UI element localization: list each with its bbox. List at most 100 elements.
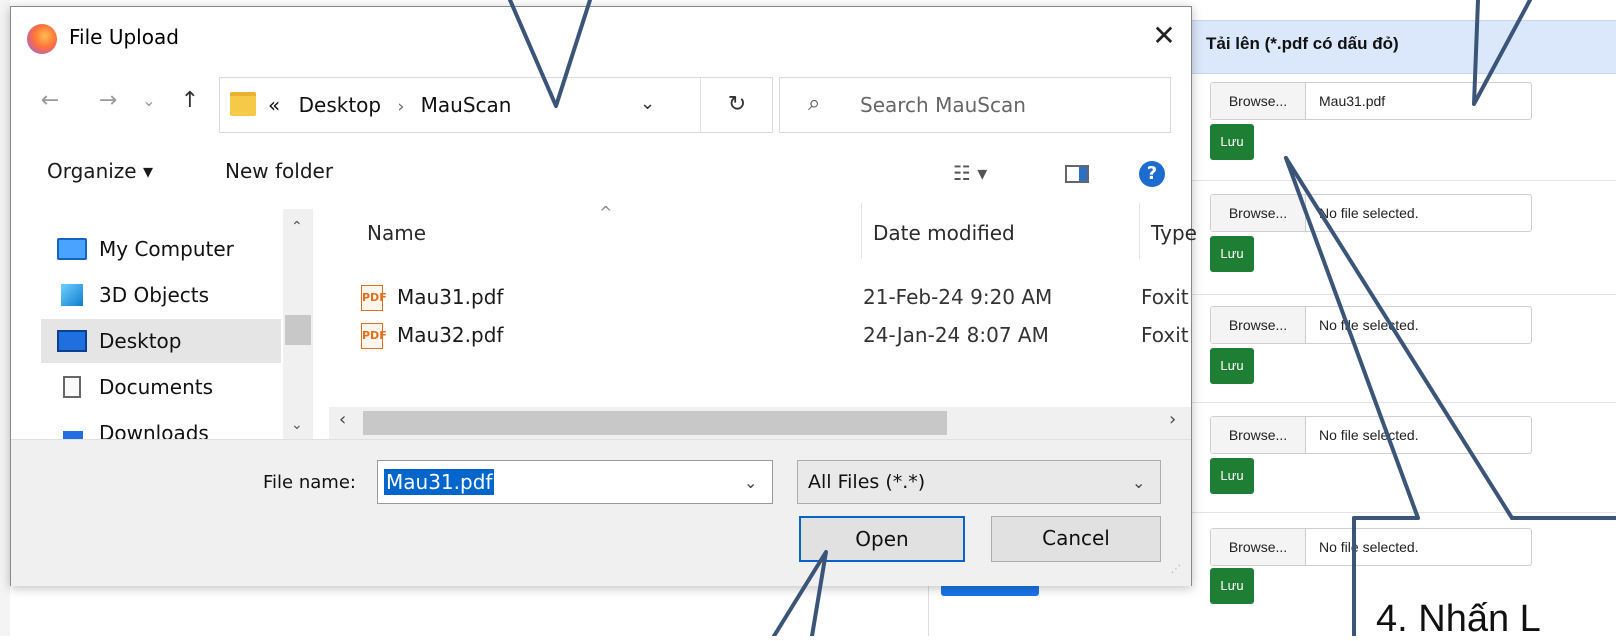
address-bar[interactable]: « Desktop › MauScan ⌄ ↻: [219, 77, 773, 133]
cube-icon: [61, 284, 83, 306]
folder-icon: [230, 92, 256, 116]
scrollbar-thumb[interactable]: [363, 411, 947, 435]
forward-arrow-icon[interactable]: →: [93, 83, 123, 119]
breadcrumb-separator[interactable]: ›: [397, 97, 404, 117]
nav-item-label: My Computer: [99, 237, 234, 261]
breadcrumb-overflow[interactable]: «: [268, 93, 280, 117]
upload-row: Browse... No file selected. Lưu: [1190, 194, 1616, 295]
upload-panel: Tải lên (*.pdf có dấu đỏ) Browse... Mau3…: [1190, 0, 1616, 636]
search-input[interactable]: Search MauScan: [860, 93, 1026, 117]
browse-button[interactable]: Browse...: [1211, 417, 1306, 453]
document-icon: [63, 376, 81, 398]
scroll-down-icon[interactable]: ⌄: [291, 417, 303, 433]
column-header-type[interactable]: Type: [1151, 221, 1197, 245]
nav-item-desktop[interactable]: Desktop: [41, 319, 281, 363]
dialog-titlebar: File Upload ✕: [11, 7, 1191, 67]
file-type: Foxit: [1141, 323, 1189, 347]
background-page-area: [928, 580, 1191, 636]
new-folder-button[interactable]: New folder: [225, 159, 333, 183]
file-name: Mau32.pdf: [397, 323, 504, 347]
file-name-label: No file selected.: [1319, 205, 1419, 221]
nav-item-label: Downloads: [99, 421, 209, 439]
preview-pane-icon[interactable]: [1065, 165, 1089, 183]
file-input[interactable]: Browse... No file selected.: [1210, 528, 1532, 566]
file-name-label: No file selected.: [1319, 317, 1419, 333]
help-icon[interactable]: ?: [1139, 161, 1165, 187]
breadcrumb-mauscan[interactable]: MauScan: [421, 93, 512, 117]
file-row-mau31[interactable]: PDF Mau31.pdf 21-Feb-24 9:20 AM Foxit: [361, 281, 1191, 321]
dialog-toolbar: Organize ▾ New folder ☷ ▾ ?: [11, 145, 1191, 201]
refresh-icon[interactable]: ↻: [700, 78, 773, 132]
file-name-label: No file selected.: [1319, 539, 1419, 555]
chevron-down-icon[interactable]: ⌄: [640, 93, 655, 114]
nav-item-label: 3D Objects: [99, 283, 210, 307]
search-box[interactable]: ⌕ Search MauScan: [779, 77, 1171, 133]
close-icon[interactable]: ✕: [1147, 19, 1181, 53]
dialog-title: File Upload: [69, 25, 179, 49]
firefox-icon: [27, 24, 57, 54]
file-date: 24-Jan-24 8:07 AM: [863, 323, 1049, 347]
nav-item-3d-objects[interactable]: 3D Objects: [41, 273, 281, 317]
open-button[interactable]: Open: [799, 516, 965, 562]
pdf-file-icon: PDF: [361, 323, 387, 349]
scroll-right-icon[interactable]: ›: [1169, 409, 1176, 430]
organize-button[interactable]: Organize ▾: [47, 159, 153, 183]
file-type-select[interactable]: All Files (*.*) ⌄: [797, 460, 1161, 504]
save-button[interactable]: Lưu: [1210, 124, 1254, 160]
up-arrow-icon[interactable]: ↑: [175, 83, 205, 119]
browse-button[interactable]: Browse...: [1211, 307, 1306, 343]
breadcrumb-desktop[interactable]: Desktop: [299, 93, 381, 117]
upload-panel-title: Tải lên (*.pdf có dấu đỏ): [1206, 34, 1399, 53]
column-divider[interactable]: [1139, 203, 1140, 259]
file-name-label: No file selected.: [1319, 427, 1419, 443]
file-input[interactable]: Browse... No file selected.: [1210, 306, 1532, 344]
upload-row: Browse... Mau31.pdf Lưu: [1190, 82, 1616, 181]
scrollbar-thumb[interactable]: [285, 315, 311, 345]
browse-button[interactable]: Browse...: [1211, 83, 1306, 119]
navigation-bar: ← → ⌄ ↑ « Desktop › MauScan ⌄ ↻ ⌕ Search…: [11, 71, 1191, 135]
file-type-value: All Files (*.*): [808, 471, 926, 493]
nav-item-my-computer[interactable]: My Computer: [41, 227, 281, 271]
upload-row: Browse... No file selected. Lưu: [1190, 306, 1616, 403]
file-name: Mau31.pdf: [397, 285, 504, 309]
nav-item-downloads[interactable]: Downloads: [41, 411, 281, 439]
chevron-down-icon[interactable]: ⌄: [1132, 473, 1145, 492]
resize-grip-icon[interactable]: ⋰: [1171, 564, 1181, 575]
nav-item-label: Documents: [99, 375, 214, 399]
download-icon: [63, 431, 83, 439]
back-arrow-icon[interactable]: ←: [35, 83, 65, 119]
cancel-button[interactable]: Cancel: [991, 516, 1161, 562]
navigation-pane-scrollbar[interactable]: ⌃ ⌄: [283, 209, 313, 439]
background-page-edge: [0, 0, 10, 636]
search-icon: ⌕: [808, 91, 821, 116]
column-divider[interactable]: [861, 203, 862, 259]
horizontal-scrollbar[interactable]: ‹ ›: [329, 407, 1191, 439]
view-options-icon[interactable]: ☷ ▾: [953, 161, 987, 185]
nav-item-documents[interactable]: Documents: [41, 365, 281, 409]
file-row-mau32[interactable]: PDF Mau32.pdf 24-Jan-24 8:07 AM Foxit: [361, 319, 1191, 359]
chevron-down-icon[interactable]: ⌄: [744, 473, 757, 492]
column-header-date[interactable]: Date modified: [873, 221, 1015, 245]
desktop-icon: [57, 330, 87, 352]
file-name-field-label: File name:: [263, 472, 356, 493]
file-input[interactable]: Browse... Mau31.pdf: [1210, 82, 1532, 120]
browse-button[interactable]: Browse...: [1211, 529, 1306, 565]
column-header-name[interactable]: Name: [367, 221, 426, 245]
save-button[interactable]: Lưu: [1210, 458, 1254, 494]
save-button[interactable]: Lưu: [1210, 236, 1254, 272]
file-list: ^ Name Date modified Type PDF Mau31.pdf …: [321, 203, 1197, 439]
annotation-text: 4. Nhấn L: [1376, 598, 1541, 640]
file-input[interactable]: Browse... No file selected.: [1210, 194, 1532, 232]
recent-locations-icon[interactable]: ⌄: [139, 83, 159, 119]
pdf-file-icon: PDF: [361, 285, 387, 311]
file-name-input[interactable]: Mau31.pdf ⌄: [377, 460, 773, 504]
file-name-value[interactable]: Mau31.pdf: [384, 469, 495, 495]
computer-icon: [57, 238, 87, 260]
upload-row: Browse... No file selected. Lưu: [1190, 416, 1616, 513]
scroll-left-icon[interactable]: ‹: [339, 409, 346, 430]
file-input[interactable]: Browse... No file selected.: [1210, 416, 1532, 454]
browse-button[interactable]: Browse...: [1211, 195, 1306, 231]
save-button[interactable]: Lưu: [1210, 348, 1254, 384]
scroll-up-icon[interactable]: ⌃: [291, 219, 303, 235]
save-button[interactable]: Lưu: [1210, 568, 1254, 604]
